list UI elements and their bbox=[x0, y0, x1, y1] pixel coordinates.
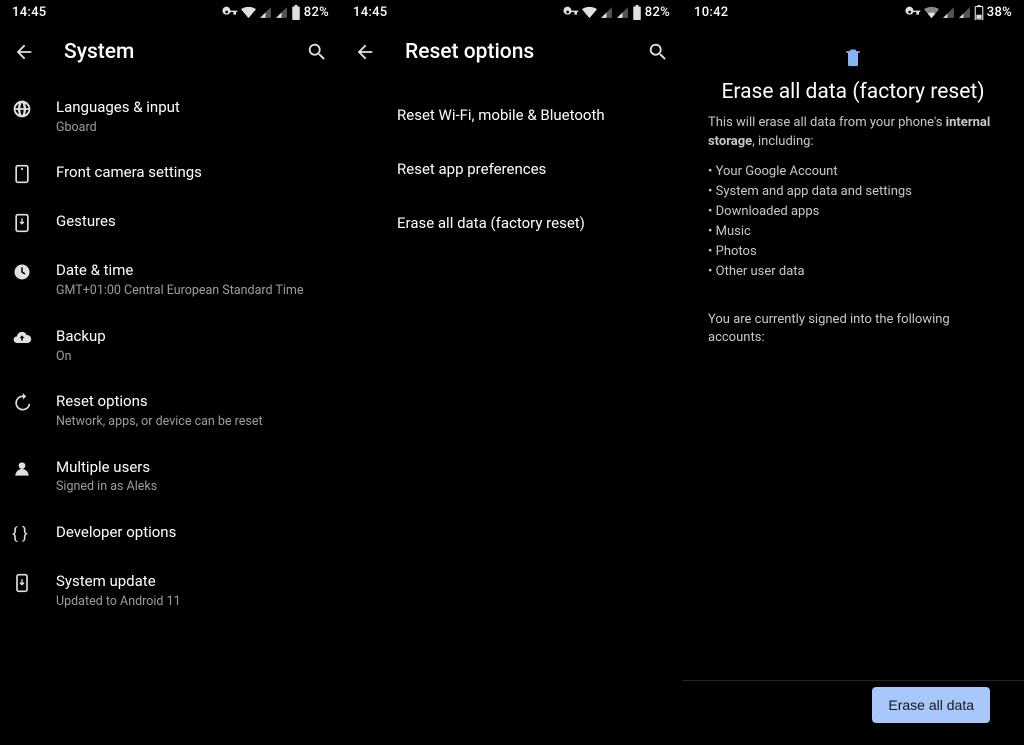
wifi-icon bbox=[241, 5, 256, 20]
battery-outline-icon bbox=[974, 5, 984, 20]
cloud-up-icon bbox=[12, 327, 56, 348]
signal-1-icon bbox=[259, 6, 272, 19]
signal-2-icon bbox=[958, 6, 971, 19]
battery-pct: 82% bbox=[304, 5, 329, 20]
signed-in-accounts-text: You are currently signed into the follow… bbox=[708, 311, 998, 349]
settings-row-languages-input[interactable]: Languages & input Gboard bbox=[0, 84, 341, 149]
globe-icon bbox=[12, 98, 56, 119]
settings-row-front-camera-settings[interactable]: Front camera settings bbox=[0, 149, 341, 198]
update-icon bbox=[12, 572, 56, 593]
settings-row-multiple-users[interactable]: Multiple users Signed in as Aleks bbox=[0, 444, 341, 509]
search-button[interactable] bbox=[305, 40, 329, 64]
row-title: Languages & input bbox=[56, 98, 327, 117]
row-title: Date & time bbox=[56, 261, 327, 280]
status-time: 14:45 bbox=[12, 5, 46, 20]
status-icons: 38% bbox=[905, 4, 1012, 20]
row-subtitle: On bbox=[56, 349, 327, 365]
row-title: Front camera settings bbox=[56, 163, 327, 182]
settings-row-backup[interactable]: Backup On bbox=[0, 313, 341, 378]
page-title: System bbox=[64, 40, 277, 64]
back-button[interactable] bbox=[353, 40, 377, 64]
row-subtitle: Network, apps, or device can be reset bbox=[56, 414, 327, 430]
factory-reset-description: This will erase all data from your phone… bbox=[708, 114, 998, 152]
person-icon bbox=[12, 458, 56, 479]
row-title: Backup bbox=[56, 327, 327, 346]
row-title: Developer options bbox=[56, 523, 327, 542]
status-bar: 14:45 82% bbox=[0, 0, 341, 24]
row-title: Multiple users bbox=[56, 458, 327, 477]
back-arrow-icon bbox=[354, 41, 376, 63]
braces-icon: { } bbox=[12, 523, 56, 544]
search-icon bbox=[306, 41, 328, 63]
signal-1-icon bbox=[942, 6, 955, 19]
signal-1-icon bbox=[600, 6, 613, 19]
history-icon bbox=[12, 392, 56, 413]
battery-pct: 38% bbox=[987, 5, 1012, 20]
status-time: 14:45 bbox=[353, 5, 387, 20]
row-subtitle: Updated to Android 11 bbox=[56, 594, 327, 610]
signal-2-icon bbox=[275, 6, 288, 19]
row-title: System update bbox=[56, 572, 327, 591]
header: System bbox=[0, 24, 341, 76]
wifi-icon bbox=[582, 5, 597, 20]
trash-icon bbox=[843, 46, 863, 68]
front-cam-icon bbox=[12, 163, 56, 184]
status-bar: 10:42 38% bbox=[682, 0, 1024, 24]
battery-icon bbox=[291, 5, 301, 20]
vpn-key-icon bbox=[563, 4, 579, 20]
status-icons: 82% bbox=[222, 4, 329, 20]
erase-item: System and app data and settings bbox=[708, 182, 998, 202]
erase-items-list: Your Google Account System and app data … bbox=[708, 162, 998, 283]
signal-2-icon bbox=[616, 6, 629, 19]
erase-item: Your Google Account bbox=[708, 162, 998, 182]
back-arrow-icon bbox=[13, 41, 35, 63]
reset-wifi-mobile-bluetooth[interactable]: Reset Wi-Fi, mobile & Bluetooth bbox=[341, 88, 682, 142]
erase-item: Downloaded apps bbox=[708, 202, 998, 222]
wifi-icon bbox=[924, 5, 939, 20]
back-button[interactable] bbox=[12, 40, 36, 64]
erase-item: Music bbox=[708, 222, 998, 242]
reset-options-list: Reset Wi-Fi, mobile & Bluetooth Reset ap… bbox=[341, 76, 682, 250]
page-title: Reset options bbox=[405, 40, 618, 64]
system-settings-screen: 14:45 82% System Languages & input Gboard… bbox=[0, 0, 341, 745]
factory-reset-screen: 10:42 38% Erase all data (factory reset)… bbox=[682, 0, 1024, 745]
status-time: 10:42 bbox=[694, 5, 728, 20]
erase-all-data[interactable]: Erase all data (factory reset) bbox=[341, 196, 682, 250]
erase-all-data-button[interactable]: Erase all data bbox=[872, 687, 990, 723]
battery-pct: 82% bbox=[645, 5, 670, 20]
row-subtitle: GMT+01:00 Central European Standard Time bbox=[56, 283, 327, 299]
erase-item: Other user data bbox=[708, 262, 998, 282]
settings-row-developer-options[interactable]: { }Developer options bbox=[0, 509, 341, 558]
settings-row-system-update[interactable]: System update Updated to Android 11 bbox=[0, 558, 341, 623]
battery-icon bbox=[632, 5, 642, 20]
gestures-icon bbox=[12, 212, 56, 233]
bottom-divider bbox=[682, 680, 1024, 681]
reset-options-screen: 14:45 82% Reset options Reset Wi-Fi, mob… bbox=[341, 0, 682, 745]
row-title: Reset options bbox=[56, 392, 327, 411]
clock-icon bbox=[12, 261, 56, 282]
vpn-key-icon bbox=[222, 4, 238, 20]
vpn-key-icon bbox=[905, 4, 921, 20]
row-subtitle: Signed in as Aleks bbox=[56, 479, 327, 495]
row-subtitle: Gboard bbox=[56, 120, 327, 136]
status-bar: 14:45 82% bbox=[341, 0, 682, 24]
settings-row-gestures[interactable]: Gestures bbox=[0, 198, 341, 247]
erase-item: Photos bbox=[708, 242, 998, 262]
search-button[interactable] bbox=[646, 40, 670, 64]
factory-reset-title: Erase all data (factory reset) bbox=[721, 80, 984, 104]
header: Reset options bbox=[341, 24, 682, 76]
settings-row-reset-options[interactable]: Reset options Network, apps, or device ca… bbox=[0, 378, 341, 443]
search-icon bbox=[647, 41, 669, 63]
reset-app-preferences[interactable]: Reset app preferences bbox=[341, 142, 682, 196]
status-icons: 82% bbox=[563, 4, 670, 20]
settings-row-date-time[interactable]: Date & time GMT+01:00 Central European St… bbox=[0, 247, 341, 312]
settings-list: Languages & input Gboard Front camera sett… bbox=[0, 76, 341, 623]
row-title: Gestures bbox=[56, 212, 327, 231]
